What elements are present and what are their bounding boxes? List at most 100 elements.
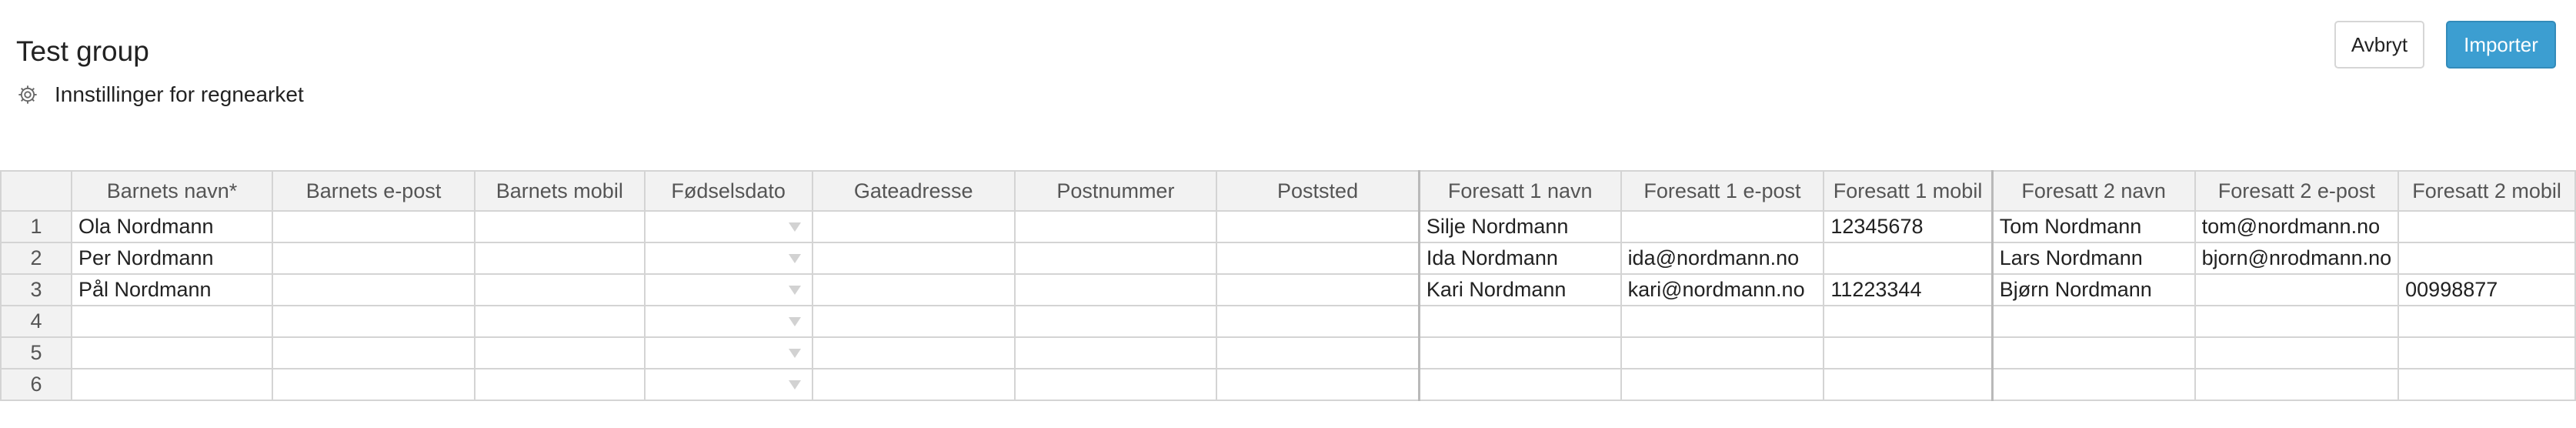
table-cell[interactable] [1216,242,1420,275]
column-header[interactable]: Barnets mobil [474,170,646,212]
table-cell[interactable]: bjorn@nrodmann.no [2194,242,2400,275]
table-cell[interactable] [272,336,476,369]
table-cell[interactable]: 00998877 [2397,273,2576,306]
date-cell[interactable] [643,336,813,369]
table-cell[interactable]: Ida Nordmann [1417,242,1622,275]
dropdown-arrow-icon[interactable] [788,380,801,390]
table-cell[interactable] [1013,336,1218,369]
dropdown-arrow-icon[interactable] [788,285,801,295]
column-header[interactable]: Foresatt 2 e-post [2194,170,2400,212]
table-cell[interactable] [474,336,646,369]
table-cell[interactable] [1216,273,1420,306]
table-cell[interactable] [272,273,476,306]
table-cell[interactable]: tom@nordmann.no [2194,210,2400,243]
row-number[interactable]: 5 [0,336,72,369]
column-header[interactable]: Barnets e-post [272,170,476,212]
corner-cell[interactable] [0,170,72,212]
table-cell[interactable] [2397,210,2576,243]
table-cell[interactable]: Bjørn Nordmann [1990,273,2196,306]
column-header[interactable]: Gateadresse [811,170,1016,212]
table-cell[interactable] [1216,368,1420,401]
table-cell[interactable] [1013,210,1218,243]
table-cell[interactable] [2397,368,2576,401]
column-header[interactable]: Foresatt 2 navn [1990,170,2196,212]
table-cell[interactable] [2194,368,2400,401]
table-cell[interactable]: Pål Nordmann [70,273,274,306]
column-header[interactable]: Foresatt 1 navn [1417,170,1622,212]
table-cell[interactable] [272,210,476,243]
table-cell[interactable] [2397,305,2576,338]
table-cell[interactable]: 11223344 [1823,273,1994,306]
table-cell[interactable] [1620,305,1825,338]
table-cell[interactable] [474,305,646,338]
table-cell[interactable] [1013,273,1218,306]
date-cell[interactable] [643,305,813,338]
cancel-button[interactable]: Avbryt [2334,21,2424,69]
dropdown-arrow-icon[interactable] [788,253,801,263]
table-cell[interactable]: Tom Nordmann [1990,210,2196,243]
column-header[interactable]: Postnummer [1013,170,1218,212]
table-cell[interactable]: Silje Nordmann [1417,210,1622,243]
table-cell[interactable] [1013,242,1218,275]
table-cell[interactable] [1417,305,1622,338]
table-cell[interactable]: Kari Nordmann [1417,273,1622,306]
dropdown-arrow-icon[interactable] [788,222,801,232]
dropdown-arrow-icon[interactable] [788,316,801,326]
row-number[interactable]: 6 [0,368,72,401]
table-cell[interactable]: Per Nordmann [70,242,274,275]
column-header[interactable]: Barnets navn* [70,170,274,212]
date-cell[interactable] [643,368,813,401]
table-cell[interactable] [811,210,1016,243]
table-cell[interactable] [1990,336,2196,369]
table-cell[interactable] [1990,368,2196,401]
column-header[interactable]: Foresatt 2 mobil [2397,170,2576,212]
table-cell[interactable] [272,242,476,275]
table-cell[interactable] [272,368,476,401]
column-header[interactable]: Foresatt 1 e-post [1620,170,1825,212]
dropdown-arrow-icon[interactable] [788,348,801,358]
table-cell[interactable] [1013,368,1218,401]
table-cell[interactable] [1417,336,1622,369]
table-cell[interactable] [1417,368,1622,401]
table-cell[interactable] [2194,305,2400,338]
column-header[interactable]: Poststed [1216,170,1420,212]
table-cell[interactable] [1823,368,1994,401]
table-cell[interactable] [1823,242,1994,275]
table-cell[interactable] [811,305,1016,338]
table-cell[interactable] [1216,305,1420,338]
table-cell[interactable] [70,336,274,369]
table-cell[interactable] [1823,336,1994,369]
table-cell[interactable] [1620,368,1825,401]
table-cell[interactable] [1823,305,1994,338]
table-cell[interactable] [2397,242,2576,275]
table-cell[interactable] [2194,273,2400,306]
table-cell[interactable] [811,273,1016,306]
table-cell[interactable]: ida@nordmann.no [1620,242,1825,275]
table-cell[interactable] [1620,210,1825,243]
row-number[interactable]: 4 [0,305,72,338]
table-cell[interactable] [1620,336,1825,369]
table-cell[interactable] [474,242,646,275]
date-cell[interactable] [643,242,813,275]
table-cell[interactable]: 12345678 [1823,210,1994,243]
table-cell[interactable] [1013,305,1218,338]
table-cell[interactable] [474,273,646,306]
table-cell[interactable]: Lars Nordmann [1990,242,2196,275]
spreadsheet-settings-link[interactable]: Innstillinger for regnearket [17,79,304,110]
row-number[interactable]: 2 [0,242,72,275]
import-button[interactable]: Importer [2446,21,2556,69]
table-cell[interactable] [1216,336,1420,369]
column-header[interactable]: Fødselsdato [643,170,813,212]
table-cell[interactable] [1990,305,2196,338]
table-cell[interactable]: Ola Nordmann [70,210,274,243]
row-number[interactable]: 3 [0,273,72,306]
table-cell[interactable] [70,368,274,401]
table-cell[interactable]: kari@nordmann.no [1620,273,1825,306]
table-cell[interactable] [2397,336,2576,369]
table-cell[interactable] [811,368,1016,401]
table-cell[interactable] [272,305,476,338]
table-cell[interactable] [2194,336,2400,369]
table-cell[interactable] [474,368,646,401]
table-cell[interactable] [1216,210,1420,243]
date-cell[interactable] [643,210,813,243]
